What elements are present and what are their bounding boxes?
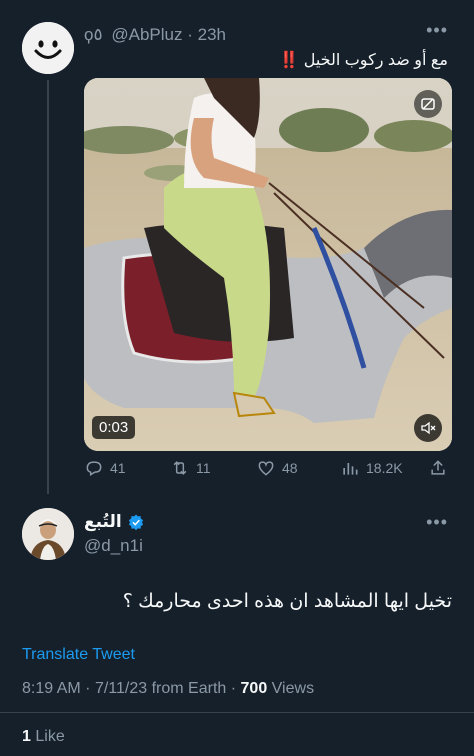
profile-photo-image (22, 508, 74, 560)
tweet-source: from Earth (151, 680, 227, 697)
heart-icon (258, 461, 274, 476)
tweet-header: ϙ٥ @AbPluz · 23h (84, 25, 226, 45)
display-name[interactable]: التُبع (84, 512, 122, 532)
double-exclamation-emoji: ‼️ (279, 52, 300, 69)
tweet-text-body: مع أو ضد ركوب الخيل (303, 52, 448, 69)
video-duration-badge: 0:03 (92, 416, 136, 439)
avatar[interactable] (22, 508, 74, 560)
view-count: 18.2K (366, 460, 403, 476)
retweet-icon (173, 461, 187, 475)
views-count[interactable]: 700 (241, 680, 268, 697)
separator: · (187, 25, 193, 44)
tweet-text: تخيل ايها المشاهد ان هذه احدى محارمك ؟ (122, 591, 452, 612)
more-options-icon[interactable]: ••• (426, 512, 448, 533)
media-settings-icon[interactable] (414, 90, 442, 118)
translate-tweet-link[interactable]: Translate Tweet (22, 646, 135, 664)
handle[interactable]: @d_n1i (84, 536, 143, 556)
views-label: Views (271, 680, 315, 697)
likes-label: Like (35, 728, 65, 745)
more-options-icon[interactable]: ••• (426, 20, 448, 41)
analytics-icon (343, 463, 358, 475)
divider (0, 712, 474, 713)
share-icon (431, 460, 445, 475)
likes-count: 1 (22, 728, 31, 745)
retweet-button[interactable]: 11 (170, 458, 211, 478)
separator: · (85, 680, 95, 697)
smiley-avatar-icon (22, 22, 74, 74)
tweet-metadata: 8:19 AM · 7/11/23 from Earth · 700 Views (22, 680, 314, 698)
avatar[interactable] (22, 22, 74, 74)
tweet-date[interactable]: 7/11/23 (95, 680, 147, 697)
separator: · (230, 680, 241, 697)
tweet-time[interactable]: 8:19 AM (22, 680, 81, 697)
display-name[interactable]: ϙ٥ (84, 25, 103, 44)
handle[interactable]: @AbPluz (111, 25, 182, 44)
likes-summary[interactable]: 1 Like (22, 728, 65, 746)
timestamp[interactable]: 23h (198, 25, 226, 44)
like-count: 48 (282, 460, 298, 476)
thread-connector-line (47, 80, 49, 494)
views-button[interactable]: 18.2K (340, 458, 403, 478)
verified-badge-icon (128, 514, 143, 531)
video-frame-image (84, 78, 452, 451)
tweet-text: مع أو ضد ركوب الخيل ‼️ (279, 50, 448, 70)
like-button[interactable]: 48 (256, 458, 298, 478)
display-name-row[interactable]: التُبع (84, 512, 145, 532)
share-button[interactable] (428, 458, 448, 478)
retweet-count: 11 (196, 460, 211, 476)
reply-icon (86, 461, 102, 476)
tweet-actions: 41 11 48 18.2K (84, 458, 454, 482)
mute-icon[interactable] (414, 414, 442, 442)
reply-button[interactable]: 41 (84, 458, 126, 478)
reply-count: 41 (110, 460, 126, 476)
video-media[interactable] (84, 78, 452, 451)
